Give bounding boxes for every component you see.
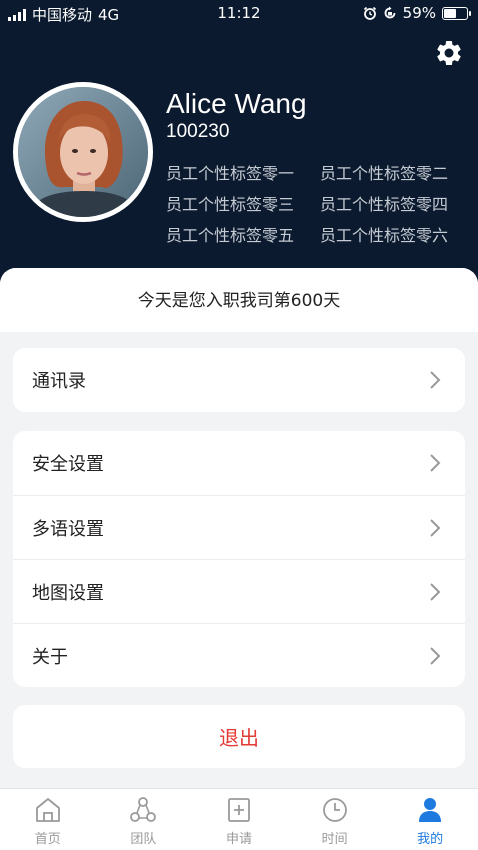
menu-item-label: 安全设置 bbox=[32, 454, 104, 475]
avatar[interactable] bbox=[13, 82, 153, 222]
tab-label: 我的 bbox=[417, 832, 444, 847]
profile-tag: 员工个性标签零三 bbox=[166, 195, 295, 214]
profile-name: Alice Wang bbox=[166, 88, 307, 119]
profile-tag: 员工个性标签零六 bbox=[320, 226, 449, 245]
bottom-tab-bar: 首页 团队 申请 时间 我的 bbox=[0, 788, 478, 850]
logout-card: 退出 bbox=[13, 705, 465, 768]
menu-item-security-settings[interactable]: 安全设置 bbox=[13, 431, 465, 495]
chevron-right-icon bbox=[430, 371, 441, 389]
tab-time[interactable]: 时间 bbox=[287, 789, 383, 850]
chevron-right-icon bbox=[430, 583, 441, 601]
menu-group-settings: 安全设置 多语设置 地图设置 关于 bbox=[13, 431, 465, 687]
menu-item-about[interactable]: 关于 bbox=[13, 623, 465, 687]
menu-item-label: 地图设置 bbox=[32, 582, 104, 604]
tab-label: 申请 bbox=[225, 832, 252, 847]
battery-icon bbox=[442, 6, 471, 20]
profile-tag: 员工个性标签零二 bbox=[320, 164, 449, 183]
chevron-right-icon bbox=[430, 647, 441, 665]
menu-item-label: 多语设置 bbox=[32, 518, 104, 540]
logout-button[interactable]: 退出 bbox=[13, 705, 465, 768]
profile-icon bbox=[419, 798, 442, 822]
menu-group-contacts: 通讯录 bbox=[13, 348, 465, 412]
orientation-lock-icon bbox=[384, 6, 396, 19]
tab-home[interactable]: 首页 bbox=[0, 789, 96, 850]
battery-percent: 59% bbox=[402, 4, 436, 22]
menu-item-contacts[interactable]: 通讯录 bbox=[13, 348, 465, 412]
menu-item-label: 关于 bbox=[32, 646, 68, 668]
profile-tag: 员工个性标签零五 bbox=[166, 226, 295, 245]
avatar-photo bbox=[18, 87, 148, 217]
chevron-right-icon bbox=[430, 454, 441, 472]
team-icon bbox=[130, 797, 157, 822]
status-bar: 中国移动 4G 11:12 59% bbox=[0, 0, 478, 26]
tab-apply[interactable]: 申请 bbox=[191, 789, 287, 850]
employee-id: 100230 bbox=[166, 121, 230, 142]
tab-label: 首页 bbox=[34, 832, 61, 847]
alarm-icon bbox=[363, 6, 376, 20]
tab-mine[interactable]: 我的 bbox=[382, 789, 478, 850]
main-content: 今天是您入职我司第600天 通讯录 安全设置 多语设置 地图设置 关于 退出 bbox=[0, 268, 478, 788]
tenure-text: 今天是您入职我司第600天 bbox=[0, 268, 478, 332]
profile-tags: 员工个性标签零一 员工个性标签零二 员工个性标签零三 员工个性标签零四 员工个性… bbox=[166, 164, 466, 245]
settings-gear-icon[interactable] bbox=[434, 38, 464, 68]
profile-tag: 员工个性标签零四 bbox=[320, 195, 449, 214]
profile-header: 中国移动 4G 11:12 59% Alice Wang 100230 员工个性… bbox=[0, 0, 478, 300]
tab-team[interactable]: 团队 bbox=[96, 789, 192, 850]
tab-label: 团队 bbox=[130, 832, 157, 847]
menu-item-map-settings[interactable]: 地图设置 bbox=[13, 559, 465, 623]
tab-label: 时间 bbox=[321, 832, 348, 847]
menu-item-label: 通讯录 bbox=[32, 371, 86, 392]
menu-item-language-settings[interactable]: 多语设置 bbox=[13, 495, 465, 559]
home-icon bbox=[35, 798, 60, 822]
clock-icon bbox=[322, 798, 347, 822]
profile-tag: 员工个性标签零一 bbox=[166, 164, 295, 183]
apply-icon bbox=[228, 798, 250, 822]
chevron-right-icon bbox=[430, 519, 441, 537]
